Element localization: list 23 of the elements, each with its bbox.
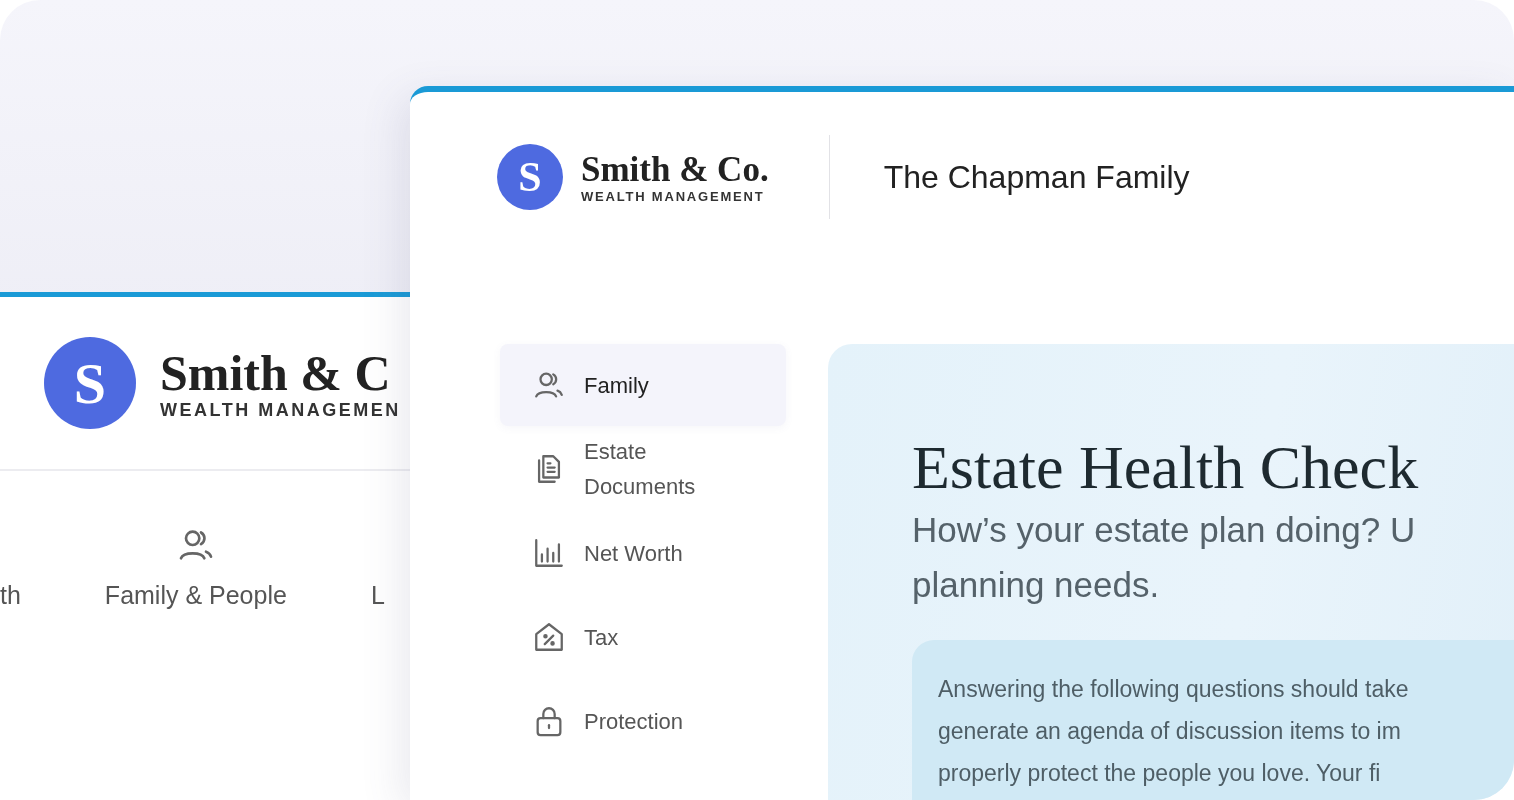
sidebar-item[interactable]: Net Worth [500,512,786,594]
sidebar-item[interactable]: Tax [500,596,786,678]
percent-house-icon [532,620,566,654]
sidebar-item[interactable]: Family [500,344,786,426]
bar-chart-icon [532,536,566,570]
sidebar-item[interactable]: Estate Documents [500,428,786,510]
nav-link[interactable]: L [370,581,385,610]
nav-link[interactable]: th [0,581,21,610]
logo-icon: S [497,144,563,210]
subtitle-text: How’s your estate plan doing? U [912,509,1417,551]
intro-text: Answering the following questions should take [938,675,1410,704]
brand-name: Smith & C [160,345,392,400]
page-title: Estate Health Check [912,432,1420,502]
brand-name: Smith & Co. [581,150,769,189]
nav-link[interactable]: Family & People [104,581,287,610]
brand-tagline: WEALTH MANAGEMENT [581,188,766,204]
subtitle-text: planning needs. [912,564,1161,606]
sidebar-item[interactable]: Protection [500,680,786,762]
logo-icon: S [44,337,136,429]
brand-tagline: WEALTH MANAGEMEN [160,399,401,421]
client-name: The Chapman Family [883,158,1190,196]
intro-text: properly protect the people you love. Your fi [938,759,1382,788]
intro-text: generate an agenda of discussion items to im [938,717,1402,746]
